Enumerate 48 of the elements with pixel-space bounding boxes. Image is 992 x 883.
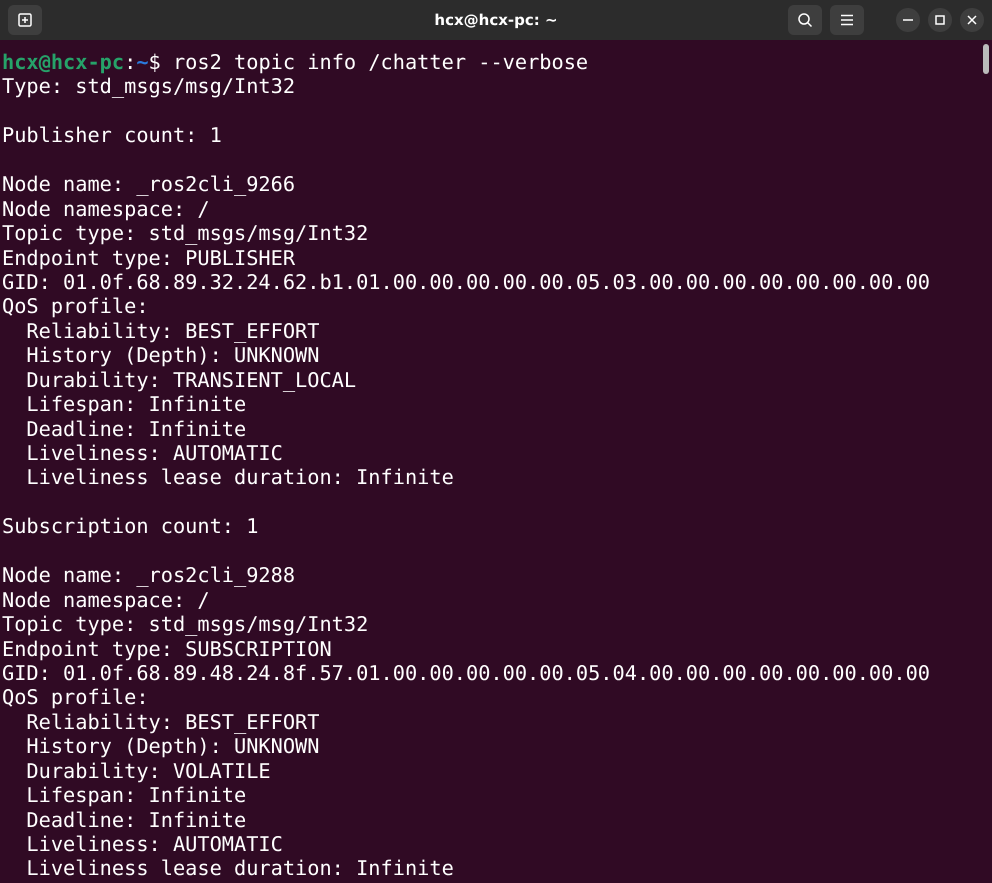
- output-line: Subscription count: 1: [2, 514, 258, 539]
- output-line: Node namespace: /: [2, 196, 210, 222]
- output-line: Deadline: Infinite: [25, 808, 246, 832]
- output-line: Topic type: std_msgs/msg/Int32: [2, 221, 368, 246]
- menu-button[interactable]: [830, 5, 864, 35]
- close-icon: [967, 15, 977, 25]
- output-line: Liveliness lease duration: Infinite: [25, 465, 454, 490]
- search-icon: [797, 12, 813, 28]
- output-line: Reliability: BEST_EFFORT: [25, 318, 320, 344]
- output-line: Node name: _ros2cli_9288: [2, 563, 296, 588]
- new-tab-button[interactable]: [8, 5, 42, 35]
- new-tab-icon: [17, 12, 33, 28]
- minimize-button[interactable]: [896, 8, 920, 32]
- output-line: Durability: VOLATILE: [25, 758, 271, 784]
- output-line: History (Depth): UNKNOWN: [25, 343, 320, 368]
- output-line: Topic type: std_msgs/msg/Int32: [2, 612, 368, 636]
- menu-icon: [840, 14, 854, 26]
- search-button[interactable]: [788, 5, 822, 35]
- output-line: Endpoint type: SUBSCRIPTION: [2, 636, 332, 661]
- output-line: GID: 01.0f.68.89.48.24.8f.57.01.00.00.00.00.00.05.04.00.00.00.00.00.00.00.00: [2, 660, 930, 686]
- prompt-symbol: $: [148, 50, 161, 74]
- command-text: ros2 topic info /chatter --verbose: [172, 50, 588, 74]
- prompt-path: ~: [136, 50, 149, 74]
- output-line: History (Depth): UNKNOWN: [25, 734, 320, 759]
- output-line: Durability: TRANSIENT_LOCAL: [25, 368, 356, 392]
- output-line: QoS profile:: [2, 685, 149, 710]
- output-line: Publisher count: 1: [2, 123, 222, 148]
- output-line: Node name: _ros2cli_9266: [2, 172, 296, 197]
- prompt-user: hcx@hcx-pc: [2, 50, 124, 74]
- close-button[interactable]: [960, 8, 984, 32]
- output-line: Type: std_msgs/msg/Int32: [2, 74, 296, 99]
- output-line: Lifespan: Infinite: [25, 392, 246, 417]
- output-line: Liveliness lease duration: Infinite: [25, 856, 454, 881]
- prompt-colon: :: [124, 50, 136, 74]
- output-line: QoS profile:: [2, 294, 149, 319]
- maximize-icon: [935, 15, 945, 25]
- output-line: Lifespan: Infinite: [25, 783, 246, 808]
- output-line: Liveliness: AUTOMATIC: [25, 441, 283, 466]
- output-line: GID: 01.0f.68.89.32.24.62.b1.01.00.00.00.00.00.05.03.00.00.00.00.00.00.00.00: [2, 270, 930, 294]
- output-line: Deadline: Infinite: [25, 416, 246, 441]
- output-line: Liveliness: AUTOMATIC: [25, 832, 283, 856]
- scrollbar-thumb[interactable]: [983, 44, 989, 74]
- output-line: Endpoint type: PUBLISHER: [2, 246, 296, 270]
- output-line: Node namespace: /: [2, 588, 210, 612]
- window-title: hcx@hcx-pc: ~: [434, 11, 558, 29]
- minimize-icon: [903, 19, 913, 21]
- maximize-button[interactable]: [928, 8, 952, 32]
- output-line: Reliability: BEST_EFFORT: [25, 710, 320, 734]
